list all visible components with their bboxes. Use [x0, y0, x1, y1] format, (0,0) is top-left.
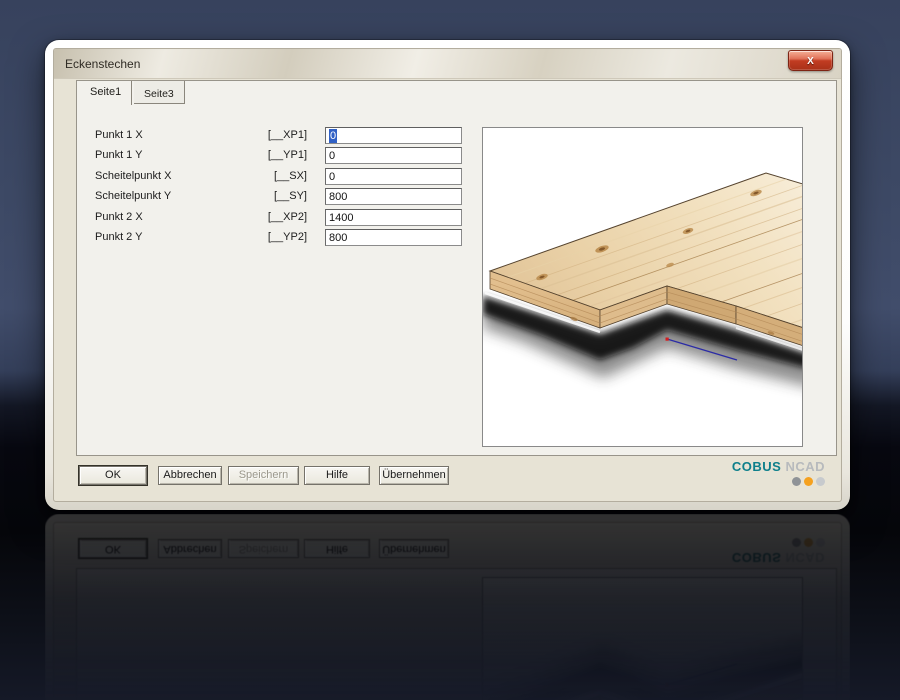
help-button[interactable]: Hilfe: [304, 466, 370, 485]
label-scheitelpunkt-x: Scheitelpunkt X: [95, 170, 172, 182]
board-front-faces: [489, 674, 802, 700]
ok-button: OK: [79, 539, 147, 558]
code-xp1: [__XP1]: [267, 129, 307, 141]
dimension-line: [666, 663, 738, 686]
label-punkt-2-y: Punkt 2 Y: [95, 231, 143, 243]
wood-panel-image: [483, 636, 802, 700]
front-grain: [735, 678, 802, 700]
brand-wordmark: COBUS NCAD: [731, 550, 825, 565]
close-icon: X: [807, 56, 814, 67]
window-title: Eckenstechen: [65, 57, 141, 71]
apply-button[interactable]: Übernehmen: [379, 466, 449, 485]
brand-dot-gray: [792, 538, 801, 547]
code-yp1: [__YP1]: [267, 149, 307, 161]
tab-seite1[interactable]: Seite1: [80, 81, 133, 105]
wood-grain: [490, 693, 802, 700]
brand-logo: COBUS NCAD: [731, 538, 825, 565]
label-punkt-1-y: Punkt 1 Y: [95, 149, 143, 161]
brand-logo: COBUS NCAD: [732, 460, 825, 486]
brand-ncad: NCAD: [785, 459, 825, 474]
dialog-reflection: Eckenstechen X Seite1 Seite3 Punkt 1 X […: [45, 514, 850, 700]
input-xp1[interactable]: 0: [325, 127, 462, 144]
brand-cobus: COBUS: [731, 459, 782, 474]
code-sy: [__SY]: [273, 190, 307, 202]
dimension-marker: [665, 683, 669, 687]
input-sy[interactable]: [325, 188, 462, 205]
code-xp2: [__XP2]: [267, 211, 307, 223]
input-yp1[interactable]: [325, 147, 462, 164]
brand-dot-orange: [804, 477, 813, 486]
brand-ncad: NCAD: [785, 550, 825, 565]
dimension-marker: [665, 337, 669, 341]
brand-dot-orange: [804, 538, 813, 547]
label-punkt-1-x: Punkt 1 X: [95, 129, 143, 141]
backdrop: Eckenstechen X Seite1 Seite3 Punkt 1 X […: [0, 0, 900, 700]
code-sx: [__SX]: [273, 170, 307, 182]
ok-button[interactable]: OK: [79, 466, 147, 485]
input-sx[interactable]: [325, 168, 462, 185]
board-shadow-soft: [483, 636, 802, 700]
dialog-body: Eckenstechen X Seite1 Seite3 Punkt 1 X […: [53, 522, 842, 700]
brand-wordmark: COBUS NCAD: [732, 460, 825, 473]
save-button: Speichern: [228, 539, 299, 558]
close-button[interactable]: X: [788, 50, 833, 71]
cancel-button: Abbrechen: [158, 539, 222, 558]
label-punkt-2-x: Punkt 2 X: [95, 211, 143, 223]
cancel-button[interactable]: Abbrechen: [158, 466, 222, 485]
preview-panel: [482, 577, 803, 700]
save-button: Speichern: [228, 466, 299, 485]
tab-label: Seite3: [144, 88, 174, 100]
wood-panel-image: [483, 172, 802, 385]
preview-panel: [482, 127, 803, 447]
tab-panel: Seite1 Seite3 Punkt 1 X [__XP1] 0 Punkt …: [76, 80, 837, 456]
brand-dots: [732, 477, 825, 486]
apply-button: Übernehmen: [379, 539, 449, 558]
dialog-body: Eckenstechen X Seite1 Seite3 Punkt 1 X […: [53, 48, 842, 502]
brand-dot-gray: [792, 477, 801, 486]
dialog-window: Eckenstechen X Seite1 Seite3 Punkt 1 X […: [45, 40, 850, 510]
titlebar: Eckenstechen X: [54, 49, 841, 79]
board-top-face: [488, 692, 802, 700]
tab-panel: Seite1 Seite3 Punkt 1 X [__XP1] 0 Punkt …: [76, 568, 837, 700]
brand-cobus: COBUS: [731, 550, 782, 565]
tab-seite3[interactable]: Seite3: [134, 81, 185, 104]
tab-label: Seite1: [90, 86, 122, 98]
board-shadow-core: [483, 653, 802, 700]
selected-value: 0: [329, 129, 338, 143]
brand-dot-lightgray: [816, 538, 825, 547]
brand-dots: [732, 538, 825, 547]
brand-dot-lightgray: [816, 477, 825, 486]
input-xp2[interactable]: [325, 209, 462, 226]
label-scheitelpunkt-y: Scheitelpunkt Y: [95, 190, 172, 202]
code-yp2: [__YP2]: [267, 231, 307, 243]
dialog-window: Eckenstechen X Seite1 Seite3 Punkt 1 X […: [45, 514, 850, 700]
input-yp2[interactable]: [325, 229, 462, 246]
help-button: Hilfe: [304, 539, 370, 558]
